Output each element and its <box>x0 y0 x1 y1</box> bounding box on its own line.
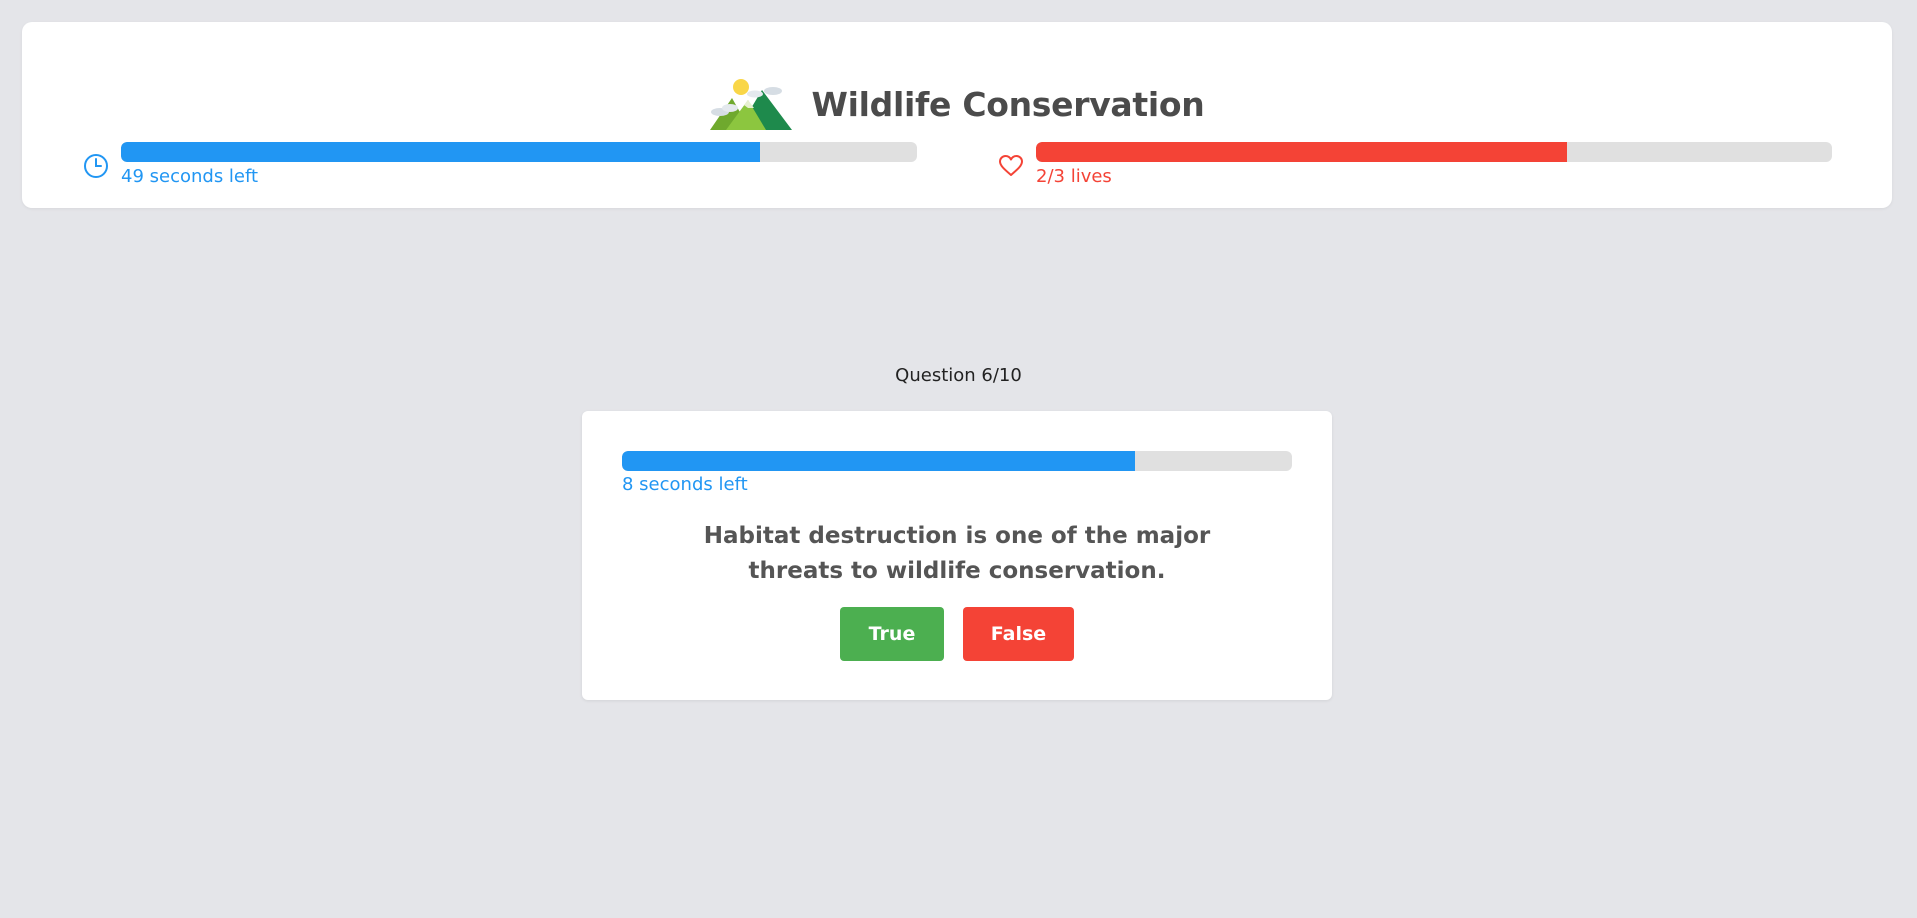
lives-track <box>1036 142 1832 162</box>
question-timer-fill <box>622 451 1135 471</box>
game-timer: 49 seconds left <box>83 142 939 192</box>
lives-meter: 2/3 lives <box>998 142 1854 192</box>
question-timer-label: 8 seconds left <box>622 474 748 495</box>
app-title: Wildlife Conservation <box>811 84 1205 124</box>
game-timer-label: 49 seconds left <box>121 166 259 187</box>
heart-icon <box>999 155 1023 176</box>
header-panel: Wildlife Conservation 49 seconds left 2/… <box>22 22 1892 208</box>
clock-icon <box>84 154 108 178</box>
question-counter: Question 6/10 <box>895 365 1022 386</box>
question-timer-track <box>622 451 1292 471</box>
true-button[interactable]: True <box>840 607 944 661</box>
question-card: 8 seconds left Habitat destruction is on… <box>582 411 1332 700</box>
game-timer-track <box>121 142 917 162</box>
false-button[interactable]: False <box>963 607 1074 661</box>
game-timer-fill <box>121 142 761 162</box>
title-row: Wildlife Conservation <box>22 78 1892 130</box>
lives-label: 2/3 lives <box>1036 166 1112 187</box>
question-text: Habitat destruction is one of the major … <box>703 523 1211 584</box>
lives-fill <box>1036 142 1567 162</box>
mountain-landscape-icon <box>709 79 792 130</box>
